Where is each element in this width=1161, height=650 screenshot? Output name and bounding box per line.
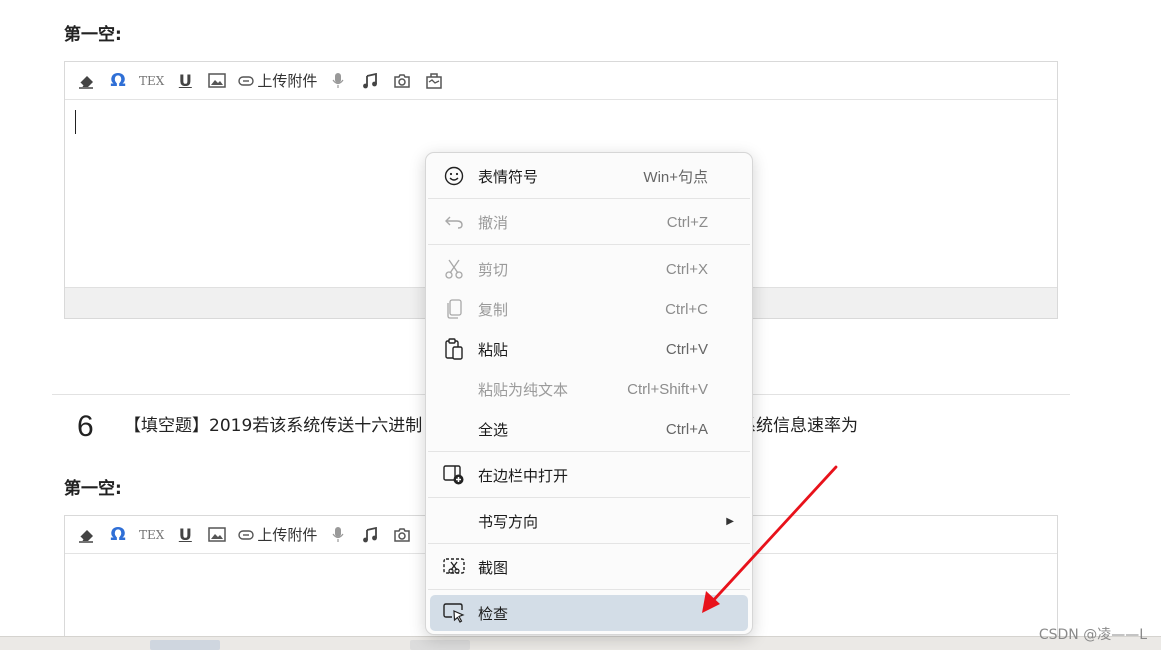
taskbar	[0, 636, 1161, 650]
text-caret	[75, 110, 76, 134]
question-text: 【填空题】2019若该系统传送十六进制	[124, 416, 423, 436]
eraser-icon[interactable]	[75, 524, 97, 546]
paste-icon	[442, 337, 466, 361]
microphone-icon[interactable]	[327, 524, 349, 546]
emoji-icon	[442, 164, 466, 188]
menu-separator	[428, 198, 750, 199]
blank-label-q6: 第一空:	[64, 479, 122, 499]
upload-attachment-button[interactable]: 上传附件	[238, 70, 317, 92]
chevron-right-icon: ▶	[726, 515, 734, 527]
screenshot-icon	[442, 555, 466, 579]
music-icon[interactable]	[359, 70, 381, 92]
menu-separator	[428, 451, 750, 452]
menu-item-copy[interactable]: 复制 Ctrl+C	[430, 291, 748, 327]
microphone-icon[interactable]	[327, 70, 349, 92]
menu-item-label: 撤消	[478, 213, 509, 232]
menu-item-shortcut: Ctrl+Shift+V	[627, 380, 708, 398]
menu-item-shortcut: Ctrl+V	[665, 340, 708, 358]
menu-icon-placeholder	[442, 377, 466, 401]
menu-item-inspect[interactable]: 检查	[430, 595, 748, 631]
tex-formula-icon[interactable]: TEX	[139, 524, 164, 546]
upload-attachment-button[interactable]: 上传附件	[238, 524, 317, 546]
editor-toolbar: Ω TEX U 上传附件	[65, 62, 1057, 100]
menu-item-open-in-sidebar[interactable]: 在边栏中打开	[430, 457, 748, 493]
music-icon[interactable]	[359, 524, 381, 546]
menu-icon-placeholder	[442, 417, 466, 441]
undo-icon	[442, 210, 466, 234]
question-text-continued: 系统信息速率为	[739, 416, 858, 436]
cut-icon	[442, 257, 466, 281]
menu-item-cut[interactable]: 剪切 Ctrl+X	[430, 251, 748, 287]
menu-separator	[428, 543, 750, 544]
special-char-icon[interactable]: Ω	[107, 524, 129, 546]
eraser-icon[interactable]	[75, 70, 97, 92]
menu-item-shortcut: Ctrl+Z	[666, 213, 708, 231]
copy-icon	[442, 297, 466, 321]
menu-item-label: 复制	[478, 300, 509, 319]
image-icon[interactable]	[206, 524, 228, 546]
menu-item-screenshot[interactable]: 截图	[430, 549, 748, 585]
menu-item-writing-direction[interactable]: 书写方向 ▶	[430, 503, 748, 539]
menu-item-label: 截图	[478, 558, 509, 577]
menu-item-label: 粘贴为纯文本	[478, 380, 569, 399]
tex-formula-icon[interactable]: TEX	[139, 70, 164, 92]
menu-item-shortcut: Ctrl+C	[665, 300, 708, 318]
menu-item-shortcut: Ctrl+A	[665, 420, 708, 438]
menu-icon-placeholder	[442, 509, 466, 533]
menu-item-shortcut: Ctrl+X	[665, 260, 708, 278]
blank-label: 第一空:	[64, 25, 122, 45]
menu-item-paste-plain-text[interactable]: 粘贴为纯文本 Ctrl+Shift+V	[430, 371, 748, 407]
menu-item-label: 检查	[478, 604, 509, 623]
image-icon[interactable]	[206, 70, 228, 92]
question-number: 6	[77, 410, 94, 443]
upload-attachment-label: 上传附件	[257, 526, 318, 544]
context-menu: 表情符号 Win+句点 撤消 Ctrl+Z 剪切 Ctrl+X 复制 Ctrl+…	[425, 152, 753, 635]
camera-icon[interactable]	[391, 70, 413, 92]
menu-item-emoji[interactable]: 表情符号 Win+句点	[430, 158, 748, 194]
menu-separator	[428, 497, 750, 498]
upload-attachment-label: 上传附件	[257, 72, 318, 90]
paperclip-icon	[238, 529, 255, 540]
underline-icon[interactable]: U	[174, 70, 196, 92]
briefcase-icon[interactable]	[423, 70, 445, 92]
menu-separator	[428, 589, 750, 590]
inspect-icon	[442, 601, 466, 625]
special-char-icon[interactable]: Ω	[107, 70, 129, 92]
menu-separator	[428, 244, 750, 245]
paperclip-icon	[238, 75, 255, 86]
menu-item-undo[interactable]: 撤消 Ctrl+Z	[430, 204, 748, 240]
menu-item-label: 在边栏中打开	[478, 466, 569, 485]
sidebar-open-icon	[442, 463, 466, 487]
menu-item-select-all[interactable]: 全选 Ctrl+A	[430, 411, 748, 447]
menu-item-label: 粘贴	[478, 340, 509, 359]
underline-icon[interactable]: U	[174, 524, 196, 546]
menu-item-label: 书写方向	[478, 512, 539, 531]
camera-icon[interactable]	[391, 524, 413, 546]
menu-item-label: 全选	[478, 420, 509, 439]
menu-item-paste[interactable]: 粘贴 Ctrl+V	[430, 331, 748, 367]
menu-item-label: 剪切	[478, 260, 509, 279]
menu-item-shortcut: Win+句点	[643, 168, 708, 186]
watermark: CSDN @凌——L	[1038, 627, 1147, 643]
menu-item-label: 表情符号	[478, 167, 539, 186]
